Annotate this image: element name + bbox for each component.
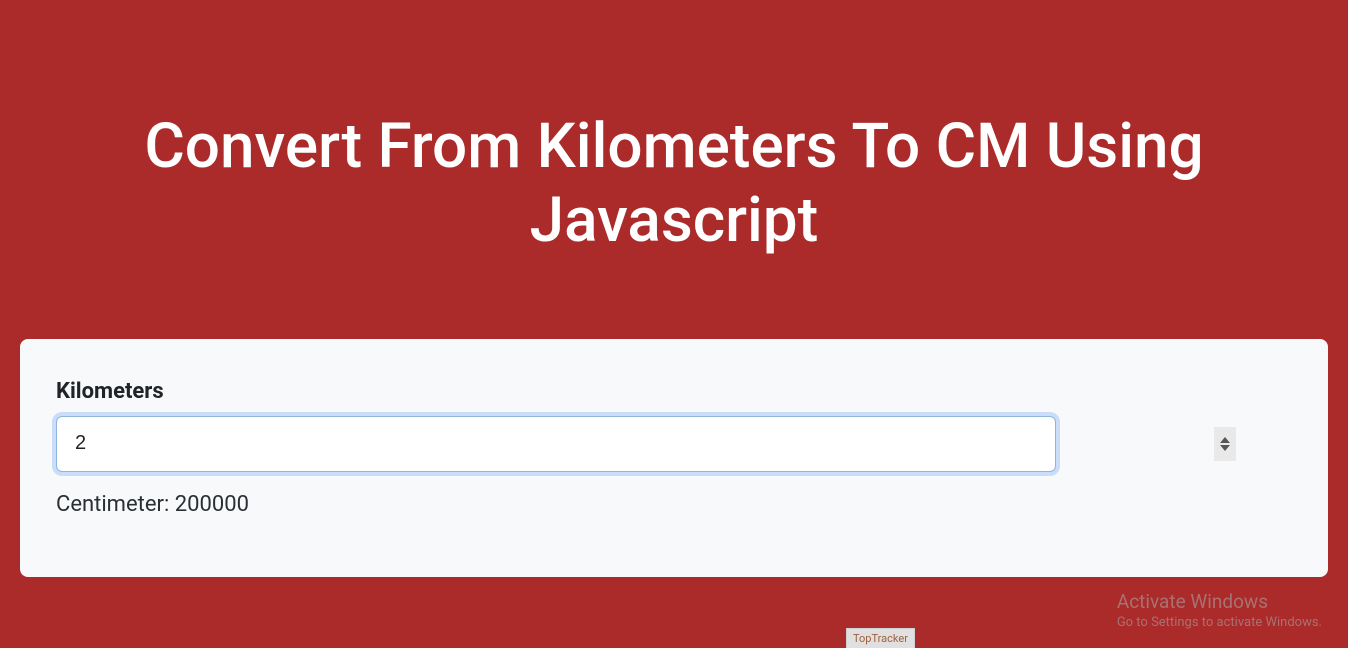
input-wrapper [56, 416, 1292, 472]
spinner-up-icon[interactable] [1220, 437, 1230, 443]
page-title: Convert From Kilometers To CM Using Java… [0, 0, 1348, 309]
result-text: Centimeter: 200000 [56, 492, 1292, 517]
watermark-line2: Go to Settings to activate Windows. [1117, 615, 1322, 630]
result-value: 200000 [175, 492, 249, 517]
windows-activation-watermark: Activate Windows Go to Settings to activ… [1117, 590, 1322, 630]
spinner-down-icon[interactable] [1220, 445, 1230, 451]
watermark-line1: Activate Windows [1117, 590, 1322, 613]
number-spinner[interactable] [1214, 427, 1236, 461]
kilometers-label: Kilometers [56, 379, 1292, 404]
result-label: Centimeter: [56, 492, 169, 517]
toptracker-tab[interactable]: TopTracker [846, 628, 915, 648]
kilometers-input[interactable] [56, 416, 1056, 472]
converter-card: Kilometers Centimeter: 200000 [20, 339, 1328, 577]
